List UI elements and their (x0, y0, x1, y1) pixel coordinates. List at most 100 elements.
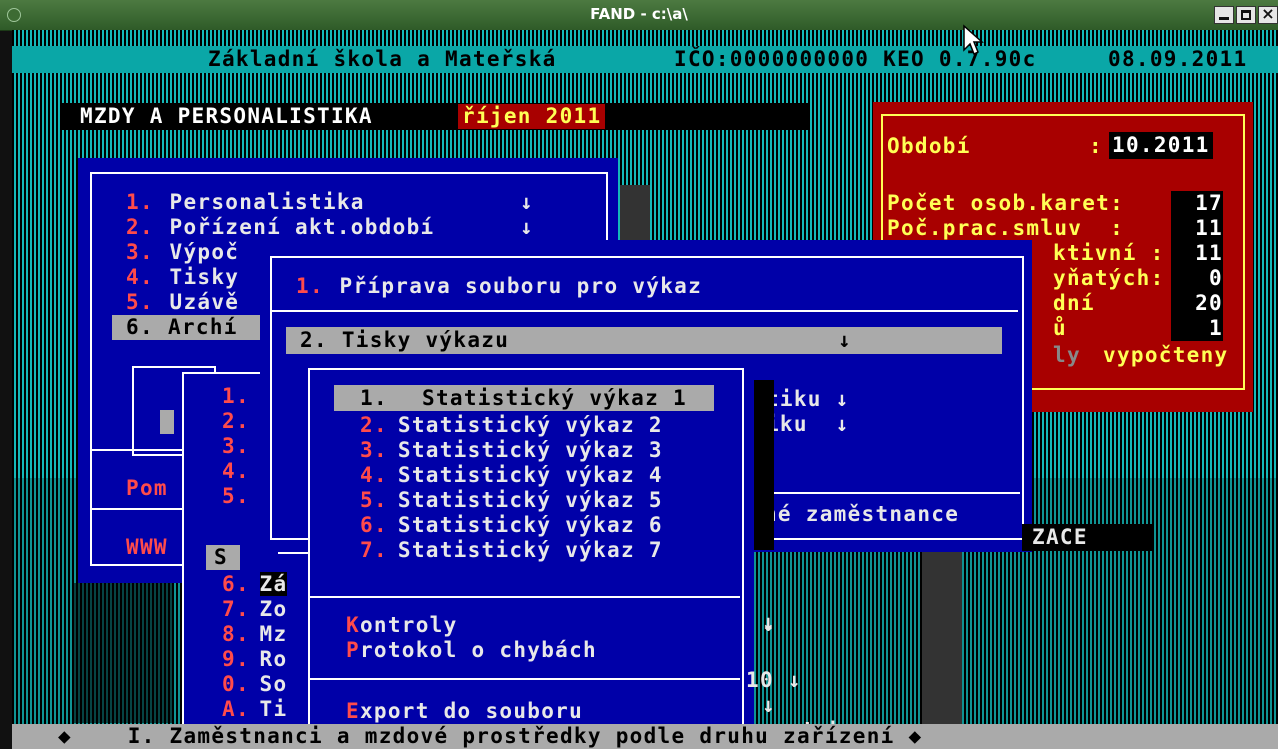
submenu-num: 9. (222, 647, 250, 671)
vypocteny-prefix: ly (1053, 343, 1081, 367)
vykaz-item-label: 2. Tisky výkazu (300, 328, 510, 352)
stat-item-3[interactable]: 3. Statistický výkaz 3 (360, 438, 663, 463)
menu-item-label: Archí (168, 315, 238, 339)
info-row-label: ů (1053, 316, 1067, 340)
submenu-label: Mz (259, 622, 288, 646)
bottom-status-bar: ◆ I. Zaměstnanci a mzdové prostředky pod… (12, 724, 1278, 749)
vykaz-item-tisky[interactable]: 2. Tisky výkazu ↓ (286, 327, 1002, 354)
zace-text: ZACE (1032, 525, 1088, 549)
stat-item-label: Statistický výkaz 3 (397, 438, 663, 462)
submenu-item[interactable]: 4. (222, 459, 250, 484)
submenu-num: 1. (222, 384, 250, 408)
stat-item-label: Statistický výkaz 2 (397, 413, 663, 437)
shadow (754, 380, 774, 550)
submenu-item[interactable]: A. Ti (222, 697, 287, 722)
stat-item-number: 2. (360, 413, 388, 437)
stat-item-6[interactable]: 6. Statistický výkaz 6 (360, 513, 663, 538)
stat-item-1[interactable]: 1. Statistický výkaz 1 (334, 385, 714, 411)
window-titlebar[interactable]: FAND - c:\a\ × (0, 0, 1278, 31)
submenu-arrow-icon: ↓ (520, 190, 534, 214)
protokol-item[interactable]: Protokol o chybách (346, 638, 597, 663)
peek-text: 10 ↓ (746, 668, 802, 692)
info-row-label: dní (1053, 291, 1095, 315)
submenu-item[interactable]: 2. (222, 409, 250, 434)
kontroly-label: ontroly (359, 613, 458, 637)
obdobi-sep: : (1089, 134, 1103, 158)
submenu-item[interactable]: 9. Ro (222, 647, 287, 672)
submenu-label: Ro (259, 647, 288, 671)
www-label: WWW (126, 535, 168, 559)
submenu-num: A. (222, 697, 250, 721)
submenu-item-s[interactable]: S (206, 545, 240, 570)
submenu-label: So (259, 672, 288, 696)
peek-arrow-icon: ↓ (762, 693, 776, 717)
submenu-item[interactable]: 3. (222, 434, 250, 459)
protokol-label: rotokol o chybách (359, 638, 597, 662)
submenu-item[interactable]: 0. So (222, 672, 287, 697)
submenu-num: 8. (222, 622, 250, 646)
submenu-item[interactable]: 7. Zo (222, 597, 287, 622)
stat-item-7[interactable]: 7. Statistický výkaz 7 (360, 538, 663, 563)
stat-item-label: Statistický výkaz 7 (397, 538, 663, 562)
submenu-item[interactable]: 1. (222, 384, 250, 409)
info-row-label: Poč.prac.smluv : (887, 216, 1125, 240)
menu-item-number: 3. (126, 240, 154, 264)
stat-item-number: 4. (360, 463, 388, 487)
stat-item-number: 6. (360, 513, 388, 537)
vykaz-item-number: 1. (296, 274, 324, 298)
window-title: FAND - c:\a\ (590, 5, 688, 23)
main-menu-item-porizeni[interactable]: 2. Pořízení akt.období ↓ (126, 215, 533, 240)
stat-menu-panel: 1. Statistický výkaz 1 2. Statistický výk… (308, 368, 754, 742)
vykaz-item-label: Příprava souboru pro výkaz (339, 274, 703, 298)
submenu-arrow-icon: ↓ (520, 215, 534, 239)
menu-item-label: Personalistika (169, 190, 365, 214)
top-status-line: Základní škola a Mateřská IČO:0000000000… (12, 46, 1278, 73)
menu-item-number: 6. (126, 315, 154, 339)
menu-item-label: Tisky (169, 265, 240, 289)
stat-item-2[interactable]: 2. Statistický výkaz 2 (360, 413, 663, 438)
stat-item-label: Statistický výkaz 6 (397, 513, 663, 537)
info-row-label: Počet osob.karet: (887, 191, 1125, 215)
export-item[interactable]: Export do souboru (346, 699, 583, 724)
minimize-button[interactable] (1214, 6, 1234, 24)
info-row-value: 0 (1171, 266, 1223, 291)
main-menu-item-archiv[interactable]: 6. Archí (112, 315, 262, 340)
hotkey: K (346, 613, 360, 637)
stat-item-4[interactable]: 4. Statistický výkaz 4 (360, 463, 663, 488)
close-button[interactable]: × (1258, 4, 1278, 24)
submenu-num: 3. (222, 434, 250, 458)
zace-bar: ZACE (1022, 524, 1152, 551)
submenu-num: 0. (222, 672, 250, 696)
main-menu-item-tisky[interactable]: 4. Tisky (126, 265, 239, 290)
obdobi-value: 10.2011 (1109, 132, 1213, 159)
zamestnance-text: ané zaměstnance (750, 502, 960, 526)
stat-item-number: 5. (360, 488, 388, 512)
pomoc-item[interactable]: Pom (126, 476, 168, 501)
vypocteny-status: vypočteny (1103, 343, 1229, 367)
header-bar: MZDY A PERSONALISTIKA říjen 2011 (62, 103, 810, 130)
info-row-value: 11 (1171, 241, 1223, 266)
stat-item-5[interactable]: 5. Statistický výkaz 5 (360, 488, 663, 513)
main-menu-item-personalistika[interactable]: 1. Personalistika ↓ (126, 190, 533, 215)
stat-item-number: 3. (360, 438, 388, 462)
hotkey: E (346, 699, 360, 723)
kontroly-item[interactable]: Kontroly (346, 613, 458, 638)
school-name: Základní škola a Mateřská (208, 47, 557, 71)
vykaz-item-priprava[interactable]: 1. Příprava souboru pro výkaz (296, 274, 702, 299)
submenu-label: Zá (259, 572, 288, 596)
main-menu-item-vypocty[interactable]: 3. Výpoč (126, 240, 239, 265)
submenu-num: 7. (222, 597, 250, 621)
maximize-button[interactable] (1236, 6, 1256, 24)
stat-item-label: Statistický výkaz 1 (422, 386, 687, 410)
submenu-item[interactable]: 5. (222, 484, 250, 509)
submenu-item[interactable]: 6. Zá (222, 572, 288, 597)
peek-arrow-icon: ↓ (762, 610, 776, 634)
menu-item-label: Pořízení akt.období (169, 215, 435, 239)
app-title: MZDY A PERSONALISTIKA (80, 104, 373, 128)
menu-item-number: 5. (126, 290, 154, 314)
submenu-item[interactable]: 8. Mz (222, 622, 287, 647)
main-menu-item-uzaverka[interactable]: 5. Uzávě (126, 290, 239, 315)
www-item[interactable]: WWW (126, 535, 168, 560)
export-label: xport do souboru (359, 699, 584, 723)
info-row-value: 17 (1171, 191, 1223, 216)
